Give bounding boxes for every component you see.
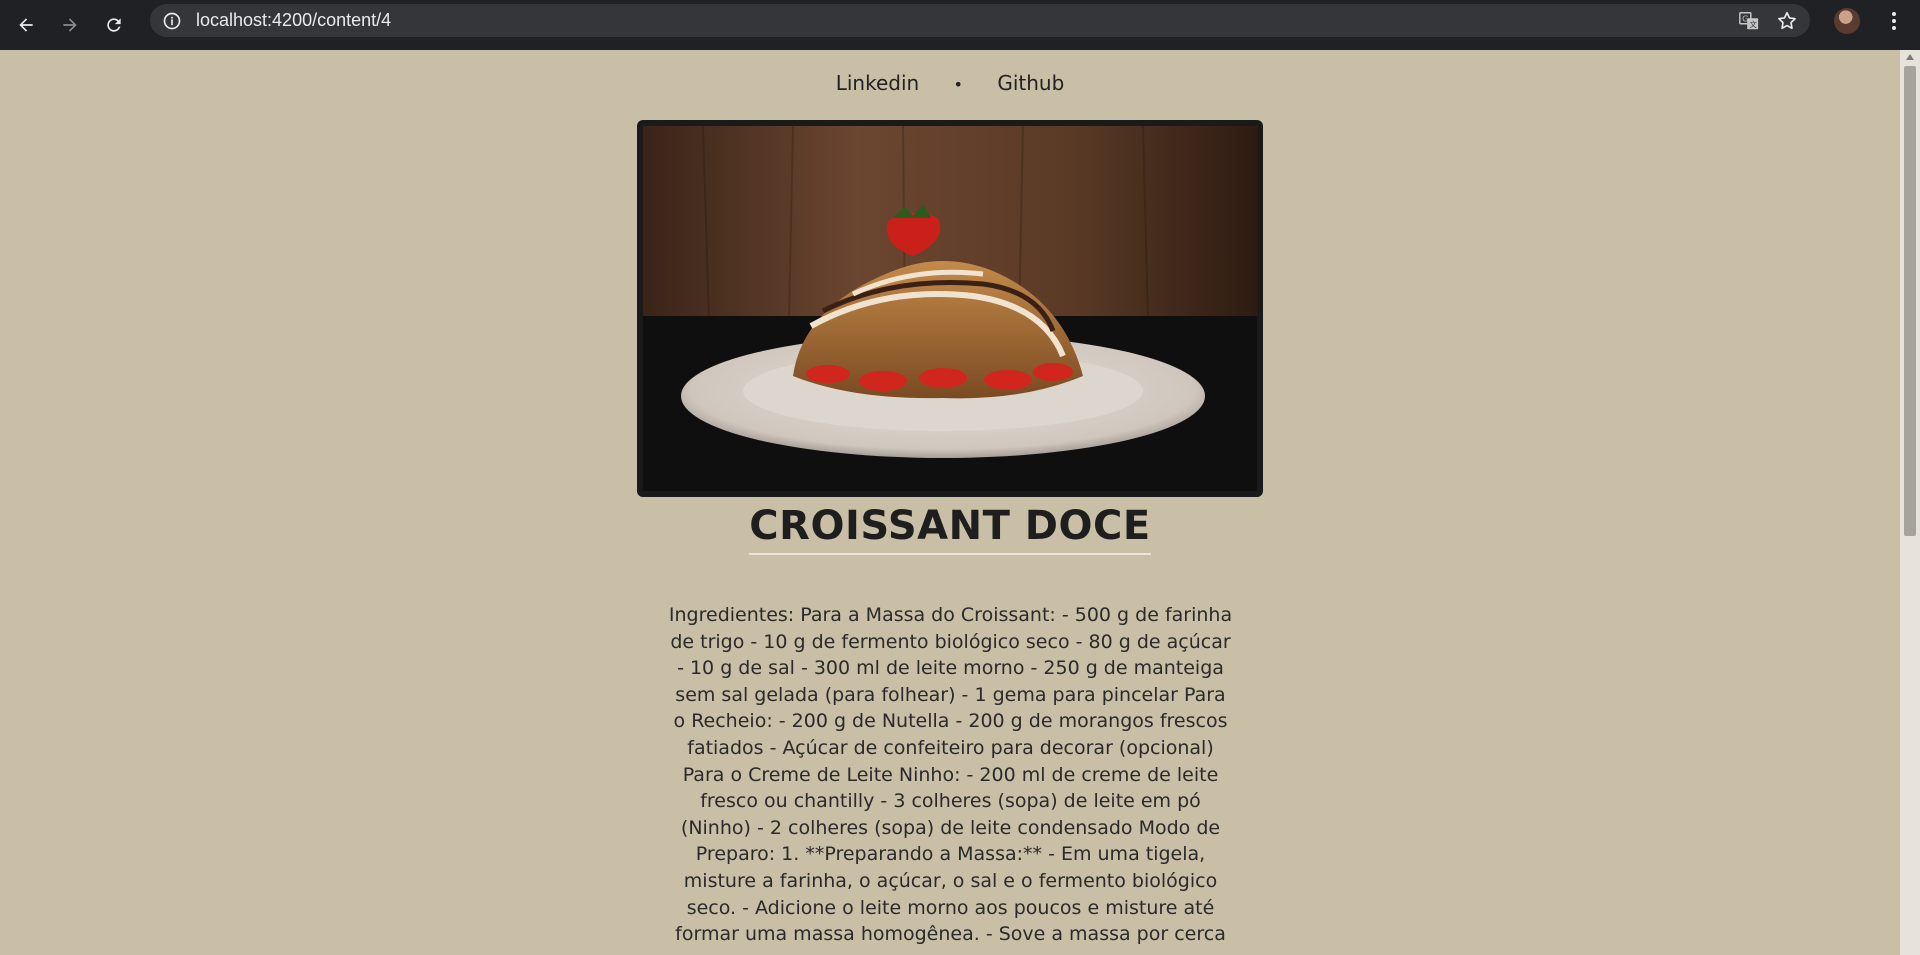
translate-icon[interactable]: G文: [1738, 10, 1760, 32]
star-icon[interactable]: [1776, 10, 1798, 32]
reload-icon: [107, 18, 121, 32]
recipe-text: Ingredientes: Para a Massa do Croissant:…: [668, 604, 1233, 946]
arrow-right-icon: [63, 18, 77, 32]
svg-text:文: 文: [1749, 20, 1757, 29]
linkedin-link[interactable]: Linkedin: [836, 71, 919, 95]
recipe-title-wrap: CROISSANT DOCE: [0, 503, 1900, 555]
profile-avatar[interactable]: [1834, 8, 1860, 34]
social-links: Linkedin • Github: [0, 71, 1900, 95]
recipe-image: [637, 120, 1263, 497]
url-text[interactable]: localhost:4200/content/4: [196, 10, 391, 31]
reload-button[interactable]: [96, 7, 132, 43]
page-scrollbar[interactable]: [1900, 50, 1920, 955]
back-button[interactable]: [8, 7, 44, 43]
croissant-photo: [643, 126, 1257, 491]
browser-toolbar: localhost:4200/content/4 G文: [0, 0, 1920, 50]
address-bar[interactable]: localhost:4200/content/4 G文: [150, 4, 1810, 37]
github-link[interactable]: Github: [997, 71, 1064, 95]
forward-button[interactable]: [52, 7, 88, 43]
recipe-title: CROISSANT DOCE: [749, 503, 1151, 555]
nav-separator: •: [953, 75, 963, 94]
scroll-thumb[interactable]: [1904, 66, 1916, 536]
scroll-up-arrow-icon[interactable]: [1906, 54, 1914, 60]
arrow-left-icon: [19, 18, 33, 32]
kebab-menu-icon[interactable]: [1884, 10, 1904, 32]
info-icon[interactable]: [162, 11, 182, 31]
